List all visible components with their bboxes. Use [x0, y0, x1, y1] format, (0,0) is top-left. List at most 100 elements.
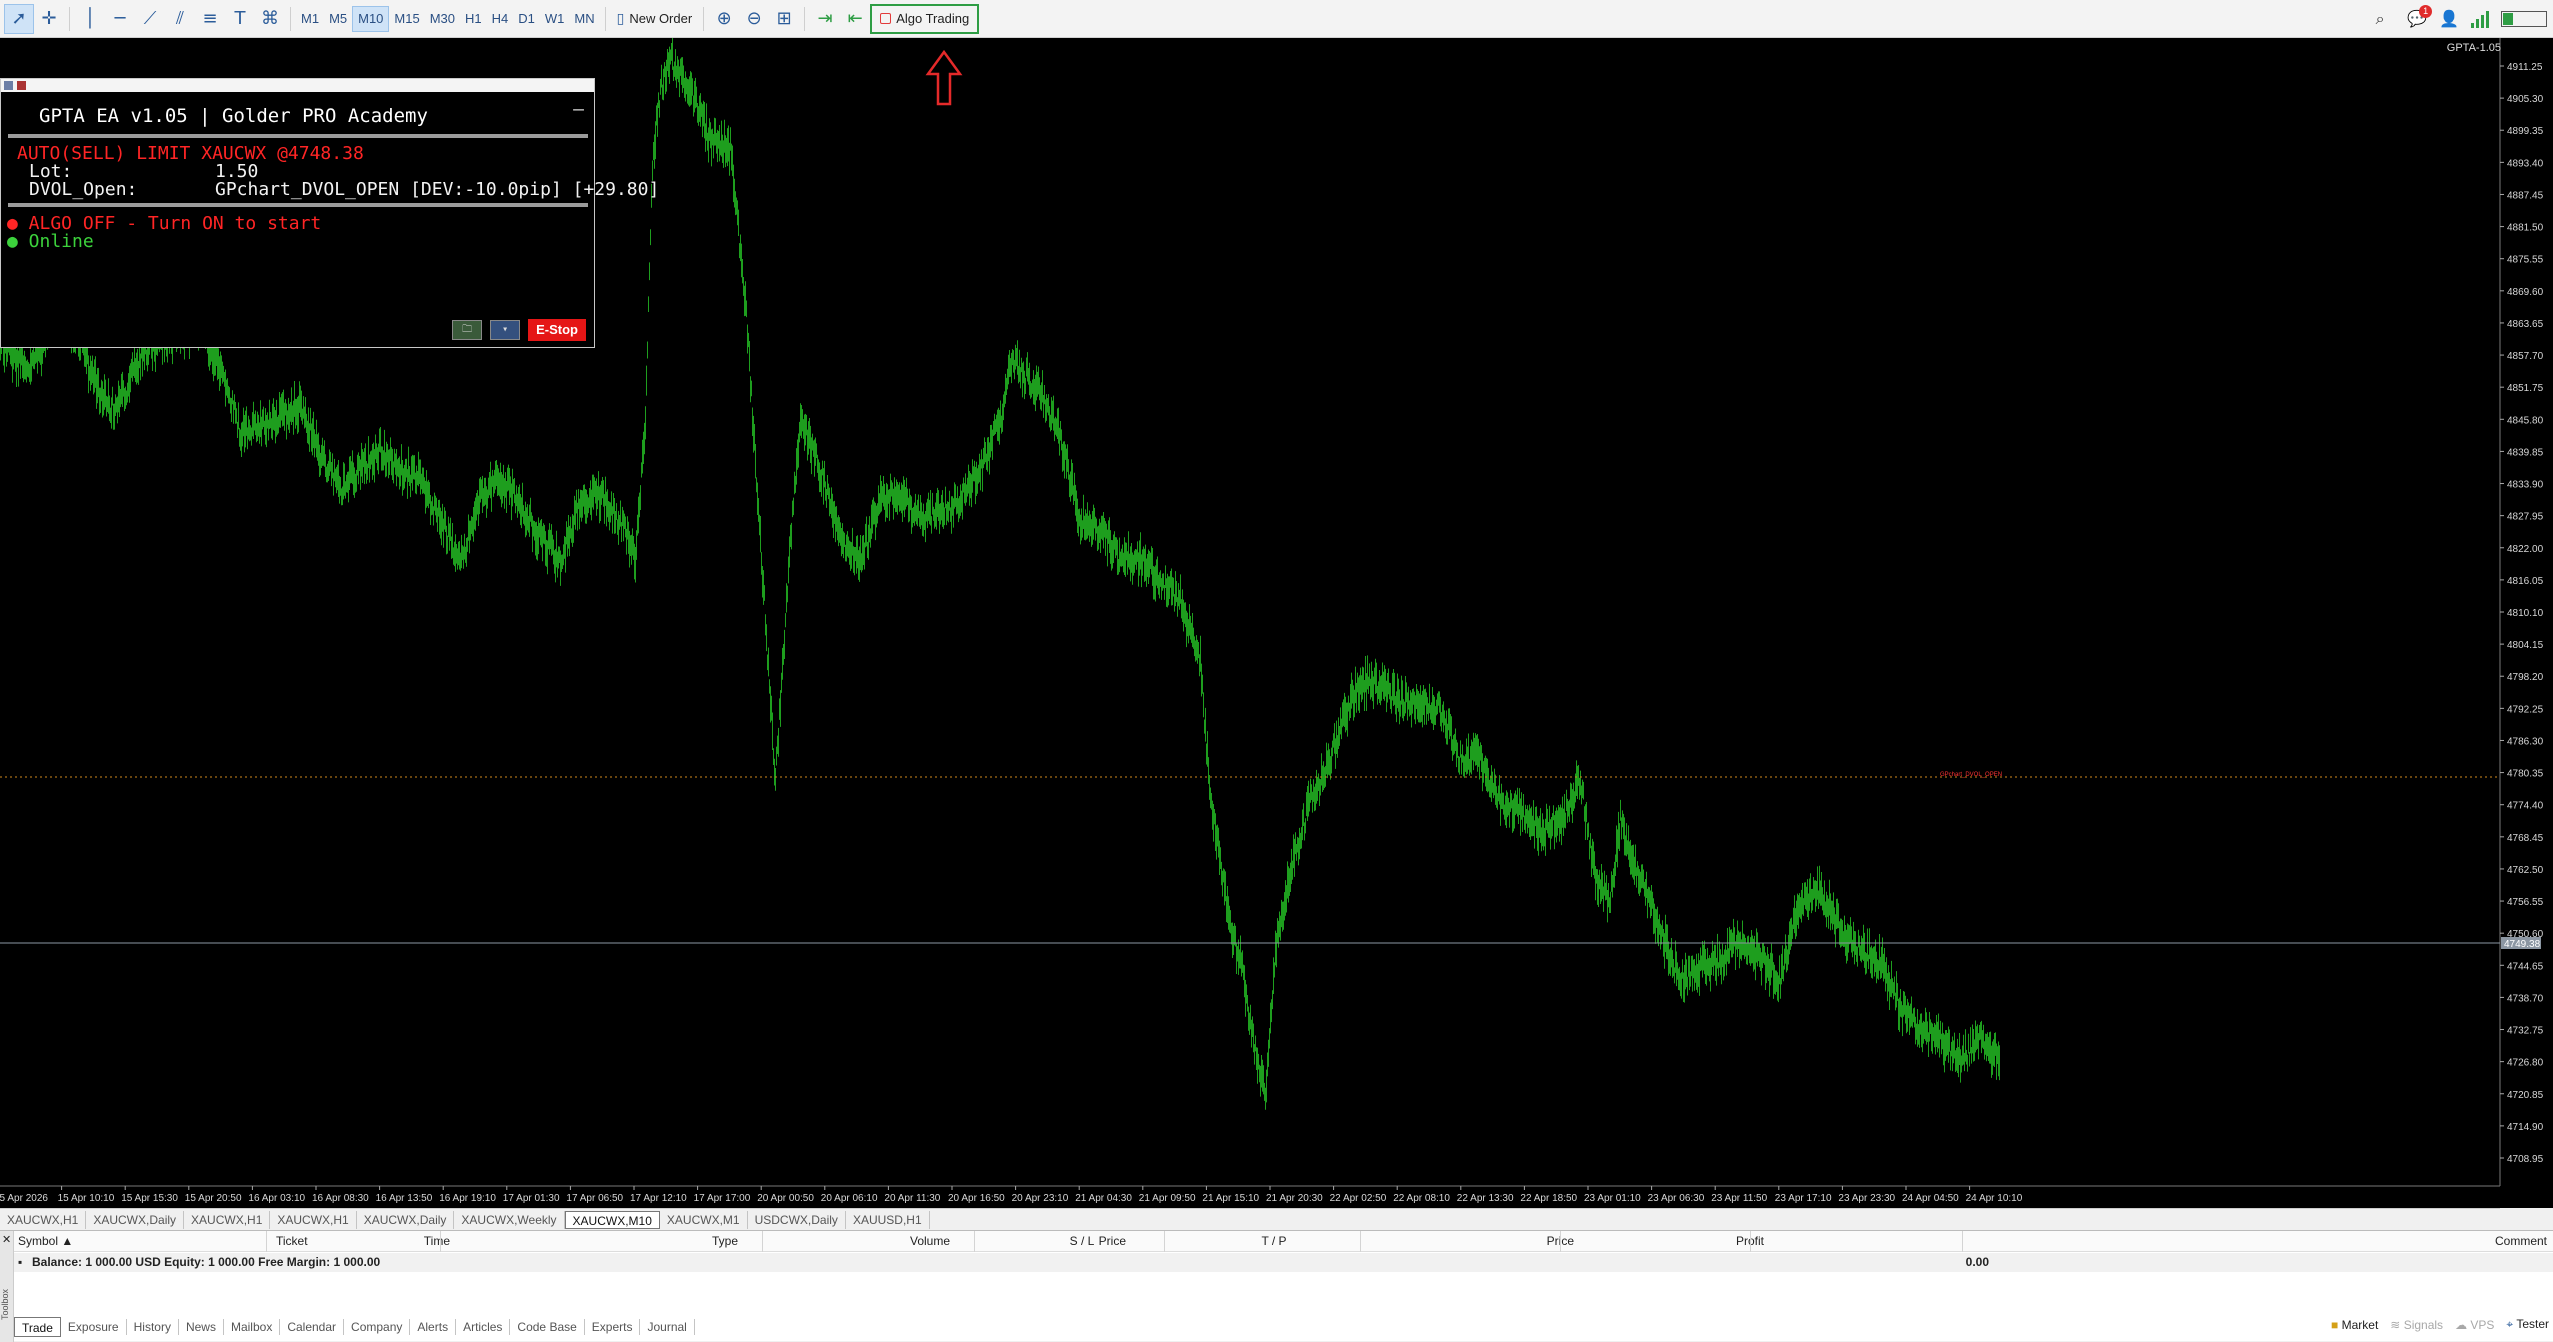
- ea-info-panel[interactable]: GPTA EA v1.05 | Golder PRO Academy — AUT…: [0, 78, 659, 348]
- ea-save-button[interactable]: ▾: [490, 320, 521, 340]
- toolbox-tab-company[interactable]: Company: [344, 1319, 411, 1335]
- toolbox-tab-experts[interactable]: Experts: [585, 1319, 641, 1335]
- text-icon[interactable]: T: [225, 4, 255, 34]
- vertical-line-icon[interactable]: │: [75, 4, 105, 34]
- timeframe-m15[interactable]: M15: [389, 6, 424, 32]
- column-header-comment[interactable]: Comment: [2314, 1231, 2547, 1252]
- close-icon[interactable]: ✕: [2, 1233, 11, 1246]
- toolbox-side-strip: ✕ Toolbox: [0, 1231, 14, 1342]
- chart-tab[interactable]: XAUUSD,H1: [846, 1210, 930, 1229]
- ea-panel-titlebar[interactable]: [1, 79, 594, 92]
- toolbox-tab-exposure[interactable]: Exposure: [61, 1319, 127, 1335]
- time-label: 23 Apr 11:50: [1711, 1193, 1767, 1204]
- column-header-tp[interactable]: T / P: [1174, 1231, 1374, 1252]
- column-header-symbol[interactable]: Symbol ▲: [18, 1231, 74, 1252]
- toolbox-tab-trade[interactable]: Trade: [14, 1317, 61, 1337]
- toolbox-tab-history[interactable]: History: [127, 1319, 179, 1335]
- connection-signal-icon: [2471, 10, 2489, 28]
- price-label: 4816.05: [2507, 576, 2544, 587]
- column-header-time[interactable]: Time: [310, 1231, 450, 1252]
- zoom-in-icon[interactable]: ⊕: [709, 4, 739, 34]
- timeframe-w1[interactable]: W1: [540, 6, 570, 32]
- chart-tab[interactable]: XAUCWX,H1: [184, 1210, 271, 1229]
- chart-tab[interactable]: XAUCWX,Daily: [86, 1210, 185, 1229]
- chart-shift-icon[interactable]: ⇥: [810, 4, 840, 34]
- toolbox-tab-calendar[interactable]: Calendar: [280, 1319, 345, 1335]
- chart-tab[interactable]: XAUCWX,M1: [660, 1210, 748, 1229]
- toolbox-tab-mailbox[interactable]: Mailbox: [224, 1319, 281, 1335]
- pending-order-label: GPchart_DVOL_OPEN: [1940, 772, 2002, 778]
- time-label: 20 Apr 11:30: [884, 1193, 940, 1204]
- timeframe-d1[interactable]: D1: [513, 6, 540, 32]
- toolbox-tab-code-base[interactable]: Code Base: [510, 1319, 585, 1335]
- chart-tab[interactable]: XAUCWX,H1: [0, 1210, 87, 1229]
- time-label: 24 Apr 10:10: [1966, 1193, 2023, 1204]
- vps-button[interactable]: ☁ VPS: [2455, 1318, 2494, 1332]
- toolbox-tab-news[interactable]: News: [179, 1319, 224, 1335]
- account-icon[interactable]: 👤: [2439, 9, 2459, 29]
- signals-button[interactable]: ≋ Signals: [2390, 1318, 2443, 1332]
- column-header-type[interactable]: Type: [698, 1231, 738, 1252]
- toolbox-label: Toolbox: [0, 1289, 10, 1321]
- toolbar-separator: [69, 6, 70, 31]
- column-header-ticket[interactable]: Ticket: [276, 1231, 308, 1252]
- toolbox-tab-articles[interactable]: Articles: [456, 1319, 511, 1335]
- tile-windows-icon[interactable]: ⊞: [769, 4, 799, 34]
- chart-symbol-tag: GPTA-1.05: [2446, 42, 2501, 54]
- timeframe-m30[interactable]: M30: [425, 6, 460, 32]
- zoom-out-icon[interactable]: ⊖: [739, 4, 769, 34]
- toolbox-tab-journal[interactable]: Journal: [640, 1319, 695, 1335]
- column-header-volume[interactable]: Volume: [910, 1231, 950, 1252]
- toolbar-separator: [703, 6, 705, 31]
- channel-icon[interactable]: ⫽: [165, 4, 195, 34]
- new-order-button[interactable]: ▯ New Order: [611, 5, 699, 33]
- time-label: 21 Apr 20:30: [1266, 1193, 1323, 1204]
- fibonacci-icon[interactable]: ≡: [195, 4, 225, 34]
- column-header-profit[interactable]: Profit: [1644, 1231, 1764, 1252]
- price-label: 4857.70: [2507, 351, 2544, 362]
- time-label: 23 Apr 01:10: [1584, 1193, 1641, 1204]
- algo-trading-button[interactable]: Algo Trading: [870, 3, 980, 34]
- column-divider: [974, 1231, 975, 1252]
- price-label: 4810.10: [2507, 608, 2544, 619]
- column-header-price[interactable]: Price: [1454, 1231, 1574, 1252]
- chart-tab[interactable]: XAUCWX,Daily: [357, 1210, 455, 1229]
- timeframe-m10[interactable]: M10: [352, 5, 390, 32]
- time-label: 20 Apr 23:10: [1012, 1193, 1069, 1204]
- ea-panel-title: GPTA EA v1.05 | Golder PRO Academy: [39, 105, 428, 127]
- ea-folder-button[interactable]: 🗀: [452, 320, 483, 340]
- market-button[interactable]: ■ Market: [2331, 1318, 2378, 1332]
- cursor-icon[interactable]: ➚: [4, 3, 34, 34]
- price-label: 4768.45: [2507, 833, 2544, 844]
- autoscroll-icon[interactable]: ⇤: [840, 4, 870, 34]
- price-chart[interactable]: 4911.25 4905.30 4899.35 4893.40 4887.45 4881.…: [0, 38, 2553, 1208]
- chart-tab[interactable]: XAUCWX,H1: [270, 1210, 357, 1229]
- estop-button[interactable]: E-Stop: [528, 319, 586, 341]
- chart-tab[interactable]: XAUCWX,Weekly: [454, 1210, 565, 1229]
- timeframe-m5[interactable]: M5: [324, 6, 352, 32]
- time-label: 16 Apr 08:30: [312, 1193, 369, 1204]
- trendline-icon[interactable]: ⟋: [135, 4, 165, 34]
- time-label: 17 Apr 06:50: [566, 1193, 623, 1204]
- chart-tab[interactable]: USDCWX,Daily: [748, 1210, 846, 1229]
- profit-value: 0.00: [1965, 1255, 1989, 1269]
- algo-trading-label: Algo Trading: [896, 11, 970, 26]
- timeframe-h4[interactable]: H4: [487, 6, 514, 32]
- timeframe-m1[interactable]: M1: [296, 6, 324, 32]
- column-header-sl[interactable]: S / L: [982, 1231, 1182, 1252]
- timeframe-mn[interactable]: MN: [569, 6, 599, 32]
- tester-button[interactable]: ⌖ Tester: [2506, 1317, 2549, 1332]
- toolbox-tab-alerts[interactable]: Alerts: [410, 1319, 457, 1335]
- ea-minimize-button[interactable]: —: [573, 99, 584, 120]
- search-icon[interactable]: ⌕: [2365, 4, 2395, 34]
- time-label: 20 Apr 16:50: [948, 1193, 1005, 1204]
- shapes-icon[interactable]: ⌘: [255, 4, 285, 34]
- column-divider: [266, 1231, 267, 1252]
- horizontal-line-icon[interactable]: ─: [105, 4, 135, 34]
- chart-tab[interactable]: XAUCWX,M10: [564, 1210, 660, 1229]
- timeframe-h1[interactable]: H1: [460, 6, 487, 32]
- crosshair-icon[interactable]: ✛: [34, 4, 64, 34]
- price-label: 4786.30: [2507, 736, 2544, 747]
- notifications-icon[interactable]: 💬 1: [2407, 5, 2433, 29]
- balance-row: ▪ Balance: 1 000.00 USD Equity: 1 000.00…: [14, 1253, 2553, 1272]
